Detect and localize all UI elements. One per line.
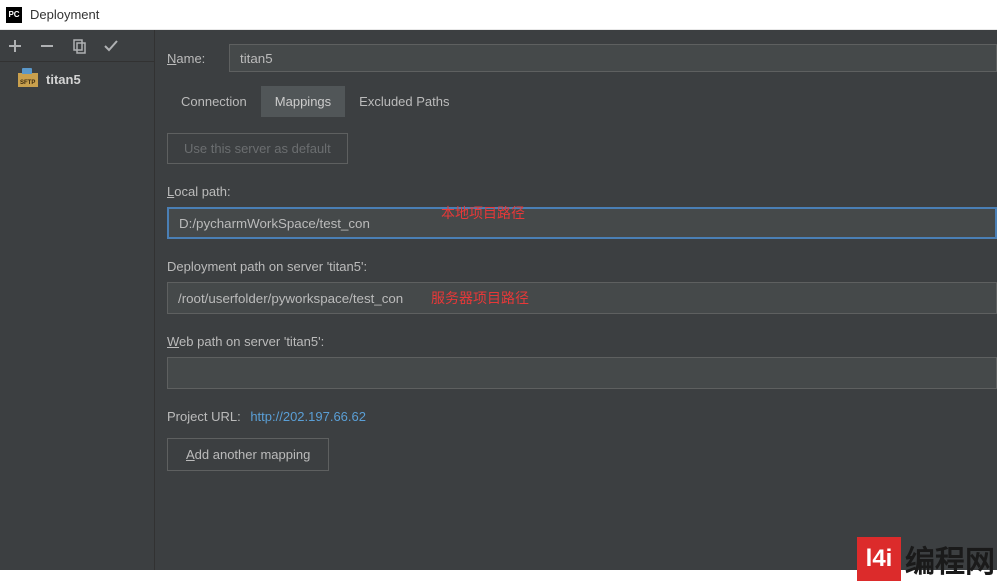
tab-mappings[interactable]: Mappings <box>261 86 345 117</box>
add-icon[interactable] <box>6 37 24 55</box>
app-icon: PC <box>6 7 22 23</box>
sftp-icon: SFTP <box>18 73 38 87</box>
deployment-path-label: Deployment path on server 'titan5': <box>167 259 997 274</box>
tabs: Connection Mappings Excluded Paths <box>155 86 997 117</box>
server-item-label: titan5 <box>46 72 81 87</box>
project-url-link[interactable]: http://202.197.66.62 <box>250 409 366 424</box>
right-panel: Name: Connection Mappings Excluded Paths… <box>155 30 997 570</box>
main-area: SFTP titan5 Name: Connection Mappings Ex… <box>0 30 997 570</box>
add-mapping-button[interactable]: Add another mapping <box>167 438 329 471</box>
web-path-label: Web path on server 'titan5': <box>167 334 997 349</box>
name-label: Name: <box>167 51 213 66</box>
name-row: Name: <box>155 30 997 86</box>
server-list: SFTP titan5 <box>0 62 154 97</box>
left-panel: SFTP titan5 <box>0 30 155 570</box>
local-path-input[interactable] <box>167 207 997 239</box>
remove-icon[interactable] <box>38 37 56 55</box>
mappings-content: Use this server as default Local path: 本… <box>155 117 997 487</box>
project-url-row: Project URL: http://202.197.66.62 <box>167 409 997 424</box>
watermark-badge: l4i <box>857 537 901 581</box>
title-bar: PC Deployment <box>0 0 997 30</box>
project-url-label: Project URL: <box>167 409 241 424</box>
watermark-text: 编程网 <box>905 537 995 581</box>
tab-excluded-paths[interactable]: Excluded Paths <box>345 86 463 117</box>
server-item-titan5[interactable]: SFTP titan5 <box>0 68 154 91</box>
tab-connection[interactable]: Connection <box>167 86 261 117</box>
use-default-button: Use this server as default <box>167 133 348 164</box>
name-input[interactable] <box>229 44 997 72</box>
server-toolbar <box>0 30 154 62</box>
checkmark-icon[interactable] <box>102 37 120 55</box>
local-path-label: Local path: <box>167 184 997 199</box>
copy-icon[interactable] <box>70 37 88 55</box>
window-title: Deployment <box>30 7 99 22</box>
watermark: l4i 编程网 <box>857 537 995 581</box>
deployment-path-input[interactable] <box>167 282 997 314</box>
web-path-input[interactable] <box>167 357 997 389</box>
